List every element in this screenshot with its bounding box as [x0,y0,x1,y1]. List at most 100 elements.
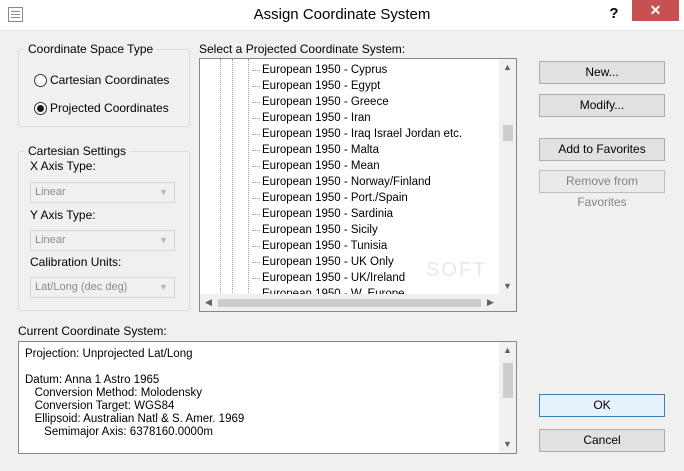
tree-item-label: European 1950 - Greece [262,96,389,108]
tree-item[interactable]: European 1950 - Iran [252,110,371,126]
new-button[interactable]: New... [539,61,665,84]
coordinate-space-title: Coordinate Space Type [25,42,157,56]
modify-button[interactable]: Modify... [539,94,665,117]
current-system-label: Current Coordinate System: [18,324,167,338]
radio-projected[interactable]: Projected Coordinates [34,100,169,116]
scroll-down-icon[interactable]: ▼ [499,278,516,295]
scroll-thumb[interactable] [503,125,513,141]
scroll-down-icon[interactable]: ▼ [499,436,516,453]
tree-item-label: European 1950 - Iraq Israel Jordan etc. [262,128,463,140]
scroll-thumb[interactable] [503,363,513,398]
scroll-up-icon[interactable]: ▲ [499,342,516,359]
tree-item[interactable]: European 1950 - Egypt [252,78,381,94]
tree-item[interactable]: European 1950 - Cyprus [252,62,388,78]
tree-connector [252,246,260,247]
title-bar: Assign Coordinate System ? ✕ [0,0,684,31]
radio-projected-label: Projected Coordinates [50,101,169,115]
tree-connector [252,262,260,263]
tree-connector [252,214,260,215]
radio-cartesian[interactable]: Cartesian Coordinates [34,72,169,88]
projected-system-tree[interactable]: European 1950 - Cyprus European 1950 - Eg… [199,58,517,312]
tree-connector [252,86,260,87]
tree-item-label: European 1950 - Sicily [262,224,378,236]
y-axis-label: Y Axis Type: [30,208,96,222]
scroll-left-icon[interactable]: ◀ [200,294,217,311]
info-vertical-scrollbar[interactable]: ▲ ▼ [499,342,516,453]
tree-item-label: European 1950 - Egypt [262,80,381,92]
info-line: Conversion Target: WGS84 [25,400,175,412]
tree-item-label: European 1950 - Port./Spain [262,192,408,204]
tree-item-label: European 1950 - Iran [262,112,371,124]
tree-item[interactable]: European 1950 - Sicily [252,222,378,238]
tree-item-label: European 1950 - Norway/Finland [262,176,431,188]
tree-item[interactable]: European 1950 - Iraq Israel Jordan etc. [252,126,463,142]
tree-item[interactable]: European 1950 - Greece [252,94,389,110]
remove-from-favorites-button[interactable]: Remove from Favorites [539,170,665,209]
tree-item-label: European 1950 - Cyprus [262,64,388,76]
tree-connector [252,166,260,167]
x-axis-value: Linear [35,186,66,198]
tree-item[interactable]: European 1950 - Tunisia [252,238,388,254]
tree-connector [252,182,260,183]
scroll-thumb-horizontal[interactable] [218,299,481,307]
tree-vertical-scrollbar[interactable]: ▲ ▼ [499,59,516,295]
info-line: Ellipsoid: Australian Natl & S. Amer. 19… [25,413,245,425]
ok-button[interactable]: OK [539,394,665,417]
projected-radio-icon[interactable] [34,101,47,115]
scroll-up-icon[interactable]: ▲ [499,59,516,76]
y-axis-value: Linear [35,234,66,246]
tree-item[interactable]: European 1950 - Mean [252,158,380,174]
tree-item[interactable]: European 1950 - Norway/Finland [252,174,431,190]
cartesian-radio-icon[interactable] [34,73,47,87]
info-line: Datum: Anna 1 Astro 1965 [25,374,160,386]
y-axis-select[interactable]: Linear ▼ [30,230,175,251]
scroll-right-icon[interactable]: ▶ [482,294,499,311]
units-select[interactable]: Lat/Long (dec deg) ▼ [30,277,175,298]
tree-item-label: European 1950 - Sardinia [262,208,394,220]
window-title: Assign Coordinate System [253,6,431,23]
tree-item[interactable]: European 1950 - UK/Ireland [252,270,406,286]
tree-guide [248,59,249,295]
tree-item[interactable]: European 1950 - Malta [252,142,379,158]
units-value: Lat/Long (dec deg) [35,281,128,293]
tree-guide [232,59,233,295]
tree-guide [220,59,221,295]
tree-item-label: European 1950 - Mean [262,160,380,172]
tree-item-label: European 1950 - UK/Ireland [262,272,406,284]
tree-connector [252,118,260,119]
tree-item-label: European 1950 - UK Only [262,256,394,268]
watermark: SOFT [426,259,488,281]
help-button[interactable]: ? [604,4,624,24]
x-axis-label: X Axis Type: [30,159,96,173]
cancel-button[interactable]: Cancel [539,429,665,452]
current-system-text[interactable]: Projection: Unprojected Lat/Long Datum: … [18,341,517,454]
tree-connector [252,70,260,71]
units-label: Calibration Units: [30,255,122,269]
tree-item[interactable]: European 1950 - UK Only [252,254,394,270]
dialog-window: Assign Coordinate System ? ✕ Coordinate … [0,0,684,471]
x-axis-select[interactable]: Linear ▼ [30,182,175,203]
tree-horizontal-scrollbar[interactable]: ◀ ▶ [200,294,499,311]
tree-connector [252,230,260,231]
tree-connector [252,198,260,199]
tree-connector [252,150,260,151]
add-to-favorites-button[interactable]: Add to Favorites [539,138,665,161]
tree-item-label: European 1950 - Tunisia [262,240,388,252]
projected-label: Select a Projected Coordinate System: [199,42,406,56]
tree-connector [252,134,260,135]
info-line: Conversion Method: Molodensky [25,387,203,399]
scroll-corner [499,294,516,311]
tree-connector [252,278,260,279]
tree-item[interactable]: European 1950 - Sardinia [252,206,394,222]
close-button[interactable]: ✕ [632,0,679,21]
chevron-down-icon: ▼ [159,235,168,245]
tree-item[interactable]: European 1950 - Port./Spain [252,190,408,206]
info-line: Semimajor Axis: 6378160.0000m [25,426,213,438]
info-line: Projection: Unprojected Lat/Long [25,348,193,360]
chevron-down-icon: ▼ [159,187,168,197]
chevron-down-icon: ▼ [159,282,168,292]
coordinate-space-group: Coordinate Space Type Cartesian Coordina… [18,42,190,127]
tree-viewport: European 1950 - Cyprus European 1950 - Eg… [200,59,499,295]
tree-connector [252,102,260,103]
radio-cartesian-label: Cartesian Coordinates [50,73,170,87]
